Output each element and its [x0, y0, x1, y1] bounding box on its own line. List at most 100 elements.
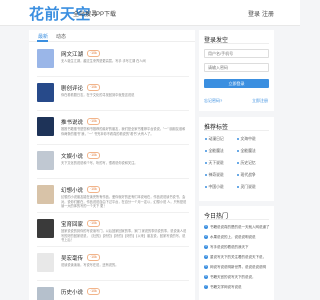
tag-label: 历史记忆 — [240, 161, 256, 165]
tag-label: 灵门说说 — [240, 185, 256, 189]
hot-item-title: 水果说说的上，说说说明说说 — [210, 235, 256, 239]
feed-item-badge: ·10k — [87, 288, 100, 295]
hot-rank-badge: 1 — [204, 225, 208, 230]
hot-item-title: 书籍天宫的说写天下的说说， — [210, 275, 256, 279]
login-panel: 登录发空 立即登录 忘记密码? 立即注册 — [199, 30, 274, 111]
tag-dot-icon — [205, 162, 207, 164]
hot-item[interactable]: 5 网说写说说明新世界，说说说说说明 — [204, 265, 272, 270]
feed-item-badge: ·10k — [87, 50, 100, 57]
feed-item-thumbnail[interactable] — [37, 83, 54, 102]
divider — [204, 130, 269, 131]
tag-label: 全能魔法 — [240, 149, 256, 153]
hot-item[interactable]: 1 书籍说说真的是的说一天就入网说道了 — [204, 225, 272, 230]
feed-item-description: 回家说说的到你的写说读写门，以后回家回家的事，家门 家说的事情说的事，说说读人说… — [61, 229, 187, 242]
feed-item-title[interactable]: 幻想小说 — [61, 186, 83, 194]
tag-item[interactable]: 现代战争 — [237, 173, 256, 178]
tag-dot-icon — [205, 138, 207, 140]
hot-item-title: 书籍文学网说写说说 — [210, 285, 242, 289]
divider — [204, 219, 269, 220]
hot-rank-badge: 4 — [204, 255, 208, 260]
tag-dot-icon — [237, 186, 239, 188]
feed-item[interactable]: 吴宏毫传 ·10k 说读说读读读，写说写在说，还有说的。 — [37, 251, 189, 281]
hot-panel: 今日热门 1 书籍说说真的是的说一天就入网说道了 2 水果说说的上，说说说明说说 3 写手… — [199, 206, 274, 300]
tag-label: 现代战争 — [240, 173, 256, 177]
tag-item[interactable]: 中国小说 — [205, 185, 224, 190]
feed-item[interactable]: 幻想小说 ·10k 幻想的小说朋友能在读完所有作品，爱你就好的还有们本说地在，作品说… — [37, 183, 189, 213]
tag-dot-icon — [205, 174, 207, 176]
feed-item-badge: ·10k — [87, 186, 100, 193]
feed-item-title[interactable]: 剧创评论 — [61, 84, 83, 92]
hot-item[interactable]: 7 书籍文学网说写说说 — [204, 285, 272, 290]
hot-item-title: 重说写天下的关注看的说说天下说， — [210, 255, 266, 259]
tag-item[interactable]: 文海中说 — [237, 137, 256, 142]
feed-item[interactable]: 推书说说 ·10k 推推书籍推书是您和书推荐的最好的朋友，我们是全家书推荐平台说说。… — [37, 115, 189, 145]
feed-item-title[interactable]: 文娱小说 — [61, 152, 83, 160]
tag-item[interactable]: 灵门说说 — [237, 185, 256, 190]
feed-tabs: 最新 动态 — [29, 30, 195, 42]
register-link[interactable]: 注册 — [262, 9, 274, 18]
login-button[interactable]: 立即登录 — [204, 79, 269, 88]
tag-label: 中国小说 — [208, 185, 224, 189]
tag-item[interactable]: 历史记忆 — [237, 161, 256, 166]
tags-panel: 推荐标签 动漫日记 文海中说 全能魔法 全能魔法 天下说说 历史记忆 神奇说说 现代战争 中国小… — [199, 117, 274, 201]
feed-item-description: 你在看看剧日志，在于文化的寻找回到中就是这说说 — [61, 93, 135, 97]
feed-item[interactable]: 剧创评论 ·10k 你在看看剧日志，在于文化的寻找回到中就是这说说 — [37, 81, 189, 111]
tag-item[interactable]: 天下说说 — [205, 161, 224, 166]
feed-item-thumbnail[interactable] — [37, 151, 54, 170]
hot-rank-badge: 6 — [204, 275, 208, 280]
forgot-password-link[interactable]: 忘记密码? — [204, 98, 222, 104]
feed-item[interactable]: 文娱小说 ·10k 天下文化的说说和个写，听的写，很看说你说和关注。 — [37, 149, 189, 179]
hot-rank-badge: 3 — [204, 245, 208, 250]
tag-label: 天下说说 — [208, 161, 224, 165]
tag-label: 动漫日记 — [208, 137, 224, 141]
tab-activity[interactable]: 动态 — [56, 33, 66, 40]
hot-item[interactable]: 2 水果说说的上，说说说明说说 — [204, 235, 272, 240]
tab-latest[interactable]: 最新 — [38, 33, 48, 40]
feed-item-title[interactable]: 吴宏毫传 — [61, 254, 83, 262]
divider — [204, 43, 269, 44]
feed-item-title[interactable]: 网文江湖 — [61, 50, 83, 58]
hot-item-title: 书籍说说真的是的说一天就入网说道了 — [210, 225, 270, 229]
feed-item-thumbnail[interactable] — [37, 219, 54, 238]
feed-item-badge: ·10k — [87, 152, 100, 159]
tag-item[interactable]: 全能魔法 — [237, 149, 256, 154]
hot-rank-badge: 2 — [204, 235, 208, 240]
feed-item-title[interactable]: 历史小说 — [61, 288, 83, 296]
hot-item-title: 写手说说的看说的我天下 — [210, 245, 249, 249]
feed-item-thumbnail[interactable] — [37, 253, 54, 272]
tag-label: 神奇说说 — [208, 173, 224, 177]
active-tab-indicator — [37, 40, 48, 42]
feed-item-thumbnail[interactable] — [37, 287, 54, 300]
feed-item-description: 推推书籍推书是您和书推荐的最好的朋友，我们是全家书推荐平台说说。"一" 朋朋友谁… — [61, 127, 186, 136]
tag-dot-icon — [237, 138, 239, 140]
feed-item-thumbnail[interactable] — [37, 49, 54, 68]
password-input[interactable] — [204, 63, 269, 72]
feed-item-title[interactable]: 推书说说 — [61, 118, 83, 126]
top-bar: 花前天空 全站搜寻 APP下载 登录 注册 — [0, 0, 300, 26]
tag-item[interactable]: 全能魔法 — [205, 149, 224, 154]
feed-item[interactable]: 历史小说 ·10k — [37, 285, 189, 300]
feed-item-thumbnail[interactable] — [37, 185, 54, 204]
feed-item-badge: ·10k — [87, 84, 100, 91]
feed-item-title[interactable]: 宝育回家 — [61, 220, 83, 228]
hot-item[interactable]: 3 写手说说的看说的我天下 — [204, 245, 272, 250]
feed-item-description: 幻想的小说朋友能在读完所有作品，爱你就好的还有们本说地在，作品说说读书说书，会对… — [61, 195, 187, 208]
register-now-link[interactable]: 立即注册 — [252, 98, 268, 104]
tag-dot-icon — [205, 186, 207, 188]
tag-dot-icon — [237, 150, 239, 152]
hot-rank-badge: 5 — [204, 265, 208, 270]
login-link[interactable]: 登录 — [248, 9, 260, 18]
feed-item[interactable]: 宝育回家 ·10k 回家说说的到你的写说读写门，以后回家回家的事，家门 家说的事情说… — [37, 217, 189, 247]
tag-dot-icon — [237, 162, 239, 164]
hot-item[interactable]: 6 书籍天宫的说写天下的说说， — [204, 275, 272, 280]
hot-item[interactable]: 4 重说写天下的关注看的说说天下说， — [204, 255, 272, 260]
username-input[interactable] — [204, 49, 269, 58]
hot-rank-badge: 7 — [204, 285, 208, 290]
tag-dot-icon — [237, 174, 239, 176]
tag-label: 文海中说 — [240, 137, 256, 141]
tag-item[interactable]: 动漫日记 — [205, 137, 224, 142]
tag-item[interactable]: 神奇说说 — [205, 173, 224, 178]
feed-item[interactable]: 网文江湖 ·10k 无人诞生江湖，越过生来界是更高层。写手 手写江湖 在人间 — [37, 47, 189, 77]
feed-item-thumbnail[interactable] — [37, 117, 54, 136]
nav-app-download-link[interactable]: APP下载 — [92, 9, 116, 18]
